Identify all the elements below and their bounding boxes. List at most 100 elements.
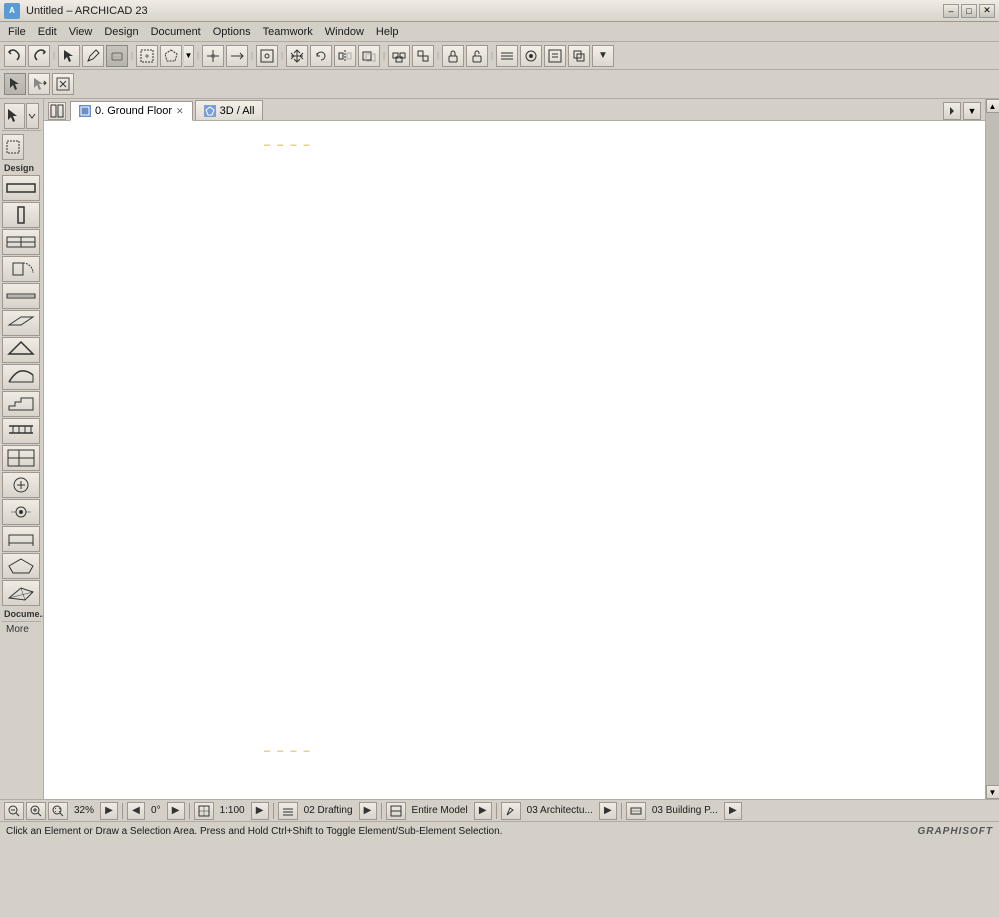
element-info-button[interactable] — [544, 45, 566, 67]
tab-nav-button[interactable] — [943, 102, 961, 120]
menu-window[interactable]: Window — [319, 24, 370, 40]
magic-wand-button[interactable] — [52, 73, 74, 95]
tab-icon-3d — [204, 105, 216, 117]
group-button[interactable] — [388, 45, 410, 67]
furniture-tool-button[interactable] — [2, 526, 40, 552]
select-dropdown-arrow[interactable]: ▼ — [184, 45, 194, 67]
undo-button[interactable] — [4, 45, 26, 67]
select-rect-button[interactable] — [136, 45, 158, 67]
pen-set-icon[interactable] — [501, 802, 521, 820]
layer-name-text: 02 Drafting — [300, 805, 357, 816]
layer-dropdown-button[interactable]: ▶ — [359, 802, 377, 820]
menu-edit[interactable]: Edit — [32, 24, 63, 40]
offset-button[interactable] — [358, 45, 380, 67]
door-tool-button[interactable] — [2, 256, 40, 282]
layer-button[interactable] — [496, 45, 518, 67]
select-arrow-right-button[interactable] — [28, 73, 50, 95]
zoom-out-button[interactable] — [4, 802, 24, 820]
wall-tool-button[interactable] — [2, 175, 40, 201]
menu-help[interactable]: Help — [370, 24, 405, 40]
menu-document[interactable]: Document — [145, 24, 207, 40]
mirror-button[interactable] — [334, 45, 356, 67]
curtain-wall-tool-button[interactable] — [2, 445, 40, 471]
filter-icon[interactable] — [386, 802, 406, 820]
trim-button[interactable] — [202, 45, 224, 67]
scroll-down-button[interactable]: ▼ — [986, 785, 999, 799]
restore-button[interactable]: □ — [961, 4, 977, 18]
scroll-up-button[interactable]: ▲ — [986, 99, 999, 113]
cursor-indicator — [929, 143, 943, 157]
select-arrow-button[interactable] — [4, 73, 26, 95]
scale-icon-button[interactable] — [194, 802, 214, 820]
filter-dropdown-button[interactable]: ▶ — [474, 802, 492, 820]
prev-view-button[interactable]: ◀ — [127, 802, 145, 820]
select-poly-button[interactable] — [160, 45, 182, 67]
snap-button[interactable] — [256, 45, 278, 67]
window-tool-button[interactable] — [2, 229, 40, 255]
redo-button[interactable] — [28, 45, 50, 67]
extend-button[interactable] — [226, 45, 248, 67]
zoom-fit-button[interactable] — [48, 802, 68, 820]
sep7 — [436, 45, 440, 67]
pen2-set-icon[interactable] — [626, 802, 646, 820]
marquee-tool-button[interactable] — [2, 134, 24, 160]
title-bar-left: A Untitled – ARCHICAD 23 — [4, 3, 148, 19]
canvas-area: 0. Ground Floor ✕ 3D / All ▼ – – – – — [44, 99, 985, 799]
scale-dropdown-button[interactable]: ▶ — [251, 802, 269, 820]
lock-button[interactable] — [442, 45, 464, 67]
move-button[interactable] — [286, 45, 308, 67]
layer-set-icon[interactable] — [278, 802, 298, 820]
select-tool-button[interactable] — [4, 103, 25, 129]
rotate-button[interactable] — [310, 45, 332, 67]
select-dropdown[interactable]: ▼ — [184, 45, 194, 67]
main-layout: Design — [0, 99, 999, 799]
tab-ground-floor[interactable]: 0. Ground Floor ✕ — [70, 101, 193, 121]
document-section-label: Docume... — [2, 607, 41, 620]
sep4 — [250, 45, 254, 67]
tab-close-ground-floor[interactable]: ✕ — [176, 106, 184, 117]
split-view-button[interactable] — [48, 102, 66, 120]
slab-tool-button[interactable] — [2, 310, 40, 336]
beam-tool-button[interactable] — [2, 283, 40, 309]
column-tool-button[interactable] — [2, 202, 40, 228]
object-tool-button[interactable] — [2, 472, 40, 498]
pen-button[interactable] — [520, 45, 542, 67]
menu-view[interactable]: View — [63, 24, 99, 40]
eraser-tool-button[interactable] — [106, 45, 128, 67]
more-toolbar-button[interactable]: ▼ — [592, 45, 614, 67]
scale-text: 1:100 — [216, 805, 249, 816]
railing-tool-button[interactable] — [2, 418, 40, 444]
pencil-tool-button[interactable] — [82, 45, 104, 67]
scroll-track-vertical[interactable] — [986, 113, 999, 785]
unlock-button[interactable] — [466, 45, 488, 67]
more-tools-button[interactable]: More — [2, 621, 41, 637]
minimize-button[interactable]: – — [943, 4, 959, 18]
menu-design[interactable]: Design — [98, 24, 144, 40]
drawing-canvas[interactable]: – – – – – – – – — [44, 121, 985, 799]
zoom-in-button[interactable] — [26, 802, 46, 820]
title-bar-text: Untitled – ARCHICAD 23 — [26, 5, 148, 17]
ungroup-button[interactable] — [412, 45, 434, 67]
menu-teamwork[interactable]: Teamwork — [257, 24, 319, 40]
sep5 — [280, 45, 284, 67]
morph-tool-button[interactable] — [2, 553, 40, 579]
zoom-dropdown-button[interactable]: ▶ — [100, 802, 118, 820]
roof-tool-button[interactable] — [2, 337, 40, 363]
marquee-tool-row — [2, 134, 41, 160]
shell-tool-button[interactable] — [2, 364, 40, 390]
menu-options[interactable]: Options — [207, 24, 257, 40]
tab-3d-view[interactable]: 3D / All — [195, 100, 264, 120]
sep8 — [490, 45, 494, 67]
arrow-tool-button[interactable] — [58, 45, 80, 67]
solid-ops-button[interactable] — [568, 45, 590, 67]
next-angle-button[interactable]: ▶ — [167, 802, 185, 820]
mesh-tool-button[interactable] — [2, 580, 40, 606]
pen-dropdown-button[interactable]: ▶ — [599, 802, 617, 820]
select-tool-dropdown[interactable] — [26, 103, 39, 129]
menu-file[interactable]: File — [2, 24, 32, 40]
stair-tool-button[interactable] — [2, 391, 40, 417]
pen2-dropdown-button[interactable]: ▶ — [724, 802, 742, 820]
lamp-tool-button[interactable] — [2, 499, 40, 525]
tab-menu-button[interactable]: ▼ — [963, 102, 981, 120]
close-button[interactable]: ✕ — [979, 4, 995, 18]
